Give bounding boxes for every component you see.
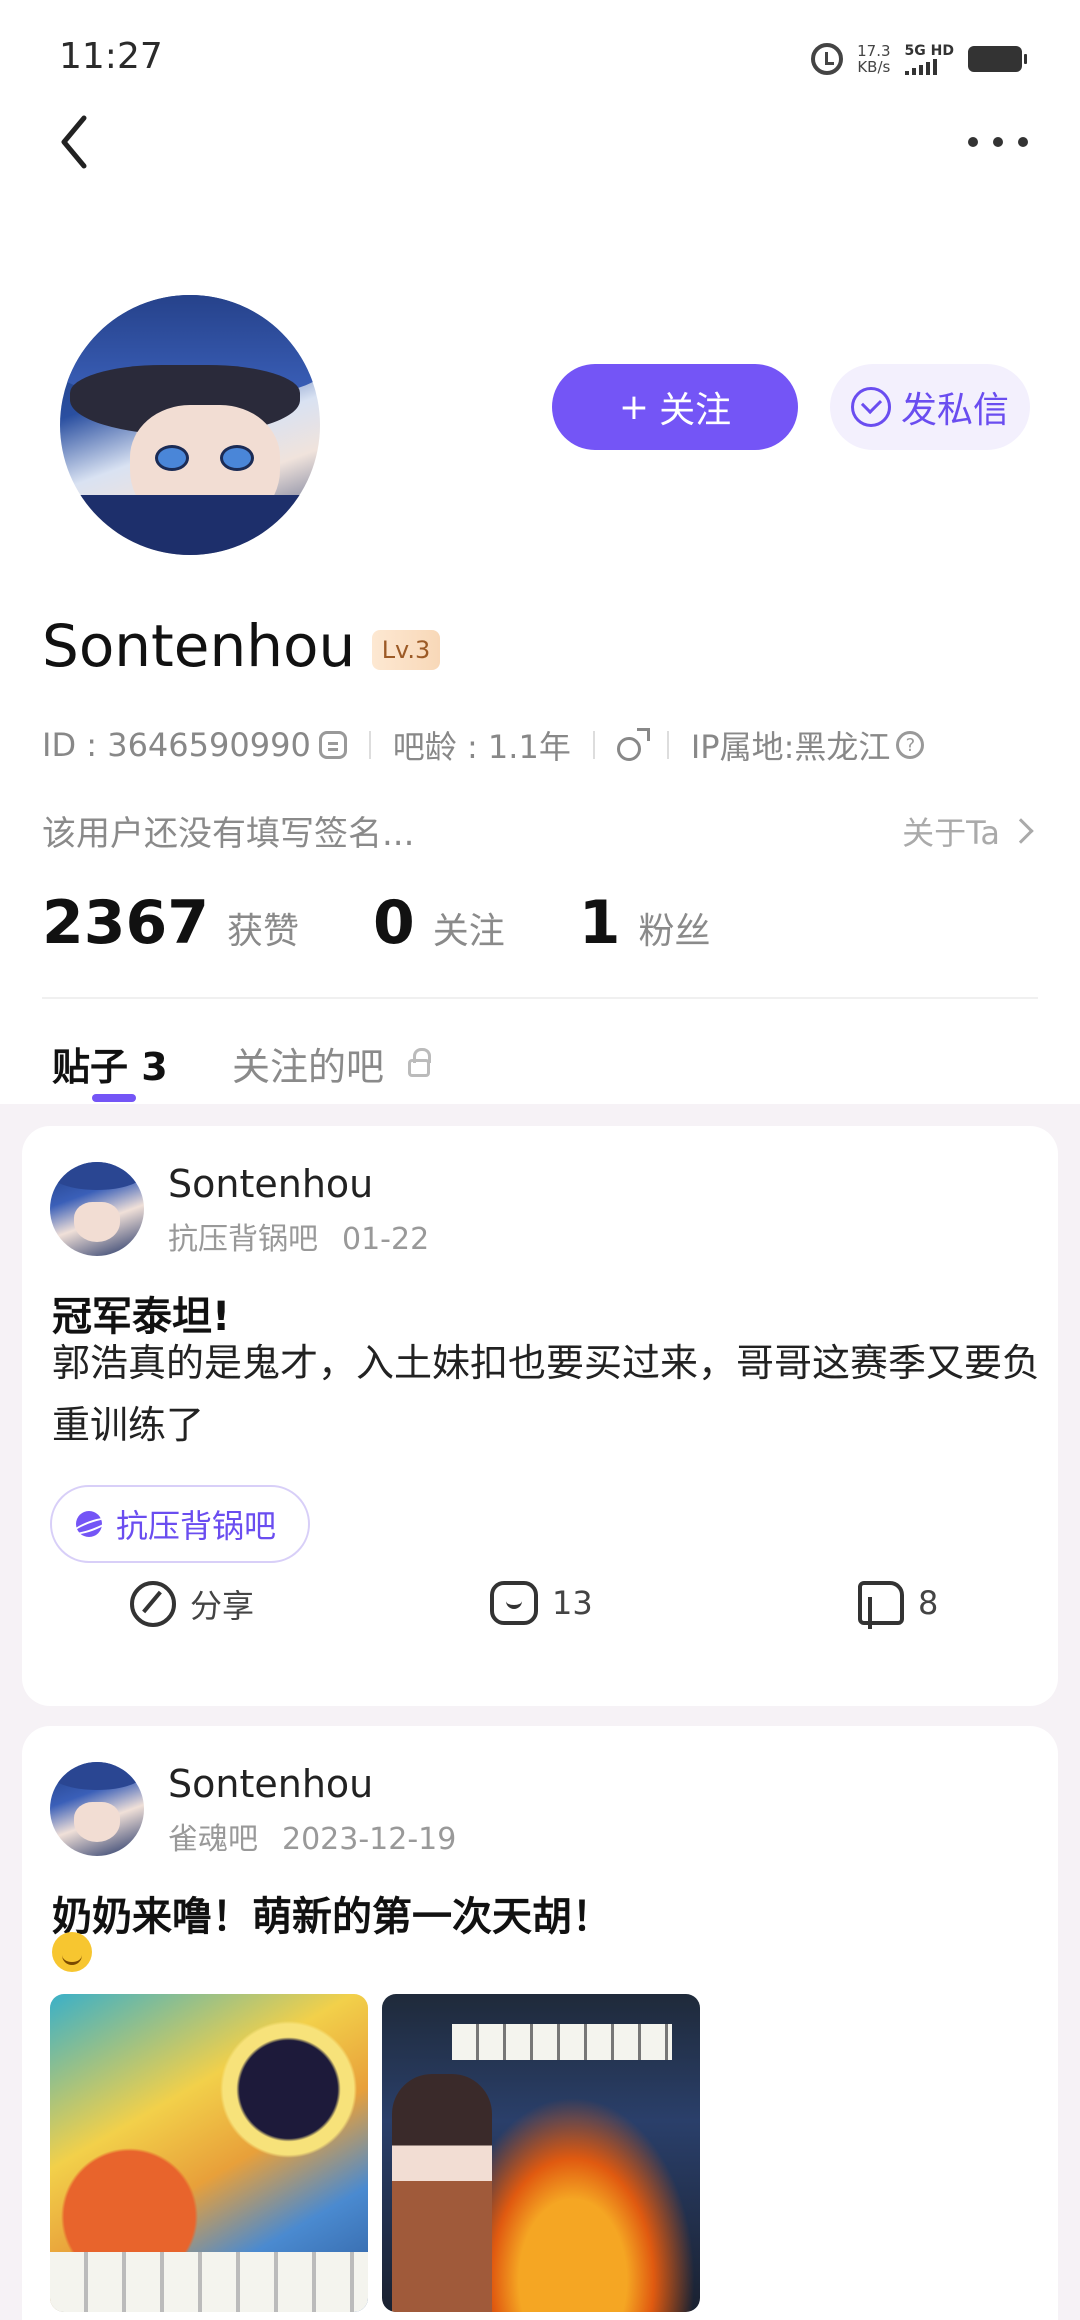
tab-posts[interactable]: 贴子 3: [52, 1036, 168, 1091]
thumbs-up-icon: [858, 1581, 904, 1629]
share-label: 分享: [190, 1587, 255, 1625]
comment-button[interactable]: 13: [490, 1581, 593, 1625]
male-gender-icon: [616, 728, 650, 761]
stat-label: 关注: [432, 911, 505, 952]
tab-followed-forums-label: 关注的吧: [232, 1045, 385, 1089]
copy-icon[interactable]: [318, 731, 347, 759]
ip-location: IP属地:黑龙江: [690, 728, 891, 766]
like-button[interactable]: 8: [858, 1581, 939, 1629]
post-meta: 雀魂吧 2023-12-19: [168, 1814, 456, 1858]
message-icon: [850, 387, 891, 427]
back-button[interactable]: [52, 112, 102, 172]
forum-planet-icon: [76, 1511, 102, 1537]
signal-icon: [904, 59, 954, 75]
post-forum-tag[interactable]: 抗压背锅吧: [50, 1485, 311, 1563]
status-time: 11:27: [59, 36, 163, 77]
help-icon[interactable]: ?: [896, 731, 925, 759]
network-speed-unit: KB/s: [857, 58, 891, 76]
more-options-button[interactable]: [968, 122, 1028, 162]
share-button[interactable]: 分享: [130, 1581, 254, 1627]
post-date: 01-22: [342, 1222, 430, 1257]
stat-value: 0: [373, 888, 415, 958]
post-image[interactable]: [382, 1994, 700, 2312]
post-forum[interactable]: 抗压背锅吧: [168, 1222, 318, 1257]
battery-icon: [968, 46, 1027, 72]
share-icon: [130, 1581, 176, 1627]
about-ta-link[interactable]: 关于Ta: [902, 808, 1034, 854]
post-title: 奶奶来噜！萌新的第一次天胡！: [52, 1894, 612, 1940]
user-id: ID : 3646590990: [42, 726, 311, 764]
network-speed-value: 17.3: [857, 42, 891, 60]
divider: [368, 731, 371, 759]
post-author-avatar[interactable]: [50, 1162, 144, 1256]
stat-label: 获赞: [227, 911, 300, 952]
chevron-right-icon: [1008, 818, 1034, 844]
network-indicator: 5G HD: [904, 43, 954, 75]
divider: [666, 731, 669, 759]
more-dots-icon: [968, 137, 978, 147]
stat-label: 粉丝: [638, 911, 711, 952]
section-divider: [42, 997, 1038, 999]
post-meta: 抗压背锅吧 01-22: [168, 1214, 429, 1258]
plus-icon: +: [618, 386, 650, 428]
forum-age: 吧龄 : 1.1年: [392, 728, 571, 766]
post-forum-tag-label: 抗压背锅吧: [116, 1507, 277, 1545]
stat-value: 2367: [42, 888, 209, 958]
follow-button-label: 关注: [659, 390, 732, 431]
profile-username: Sontenhou: [42, 612, 356, 680]
post-author[interactable]: Sontenhou: [168, 1762, 373, 1806]
post-forum[interactable]: 雀魂吧: [168, 1822, 258, 1857]
post-image[interactable]: [50, 1994, 368, 2312]
stat-value: 1: [578, 888, 621, 958]
post-body: 郭浩真的是鬼才，入土妹扣也要买过来，哥哥这赛季又要负重训练了: [52, 1341, 1041, 1447]
profile-avatar[interactable]: [60, 295, 320, 555]
like-count: 8: [918, 1584, 939, 1622]
smiling-emoji-icon: [52, 1932, 92, 1972]
alarm-icon: [811, 43, 844, 75]
comment-icon: [490, 1581, 538, 1625]
post-date: 2023-12-19: [282, 1822, 457, 1857]
post-author[interactable]: Sontenhou: [168, 1162, 373, 1206]
private-message-label: 发私信: [900, 390, 1009, 431]
about-ta-label: 关于Ta: [902, 814, 1000, 852]
chevron-left-icon: [61, 115, 87, 169]
comment-count: 13: [552, 1584, 593, 1622]
profile-signature: 该用户还没有填写签名...: [42, 814, 415, 854]
profile-meta-row: ID : 3646590990 吧龄 : 1.1年 IP属地:黑龙江 ?: [42, 722, 925, 768]
status-icons: 17.3 KB/s 5G HD: [811, 38, 1027, 80]
post-card[interactable]: Sontenhou 雀魂吧 2023-12-19 奶奶来噜！萌新的第一次天胡！: [22, 1726, 1058, 2320]
post-card[interactable]: Sontenhou 抗压背锅吧 01-22 冠军泰坦! 郭浩真的是鬼才，入土妹扣也…: [22, 1126, 1058, 1706]
level-badge[interactable]: Lv.3: [372, 630, 440, 670]
private-message-button[interactable]: 发私信: [830, 364, 1030, 450]
post-author-avatar[interactable]: [50, 1762, 144, 1856]
profile-stats: 2367 获赞 0 关注 1 粉丝: [42, 888, 785, 958]
stat-following[interactable]: 0 关注: [373, 888, 505, 958]
network-speed: 17.3 KB/s: [857, 43, 890, 75]
active-tab-indicator: [92, 1094, 136, 1102]
follow-button[interactable]: + 关注: [552, 364, 798, 450]
network-type: 5G HD: [904, 43, 954, 59]
stat-likes[interactable]: 2367 获赞: [42, 888, 299, 958]
lock-icon: [408, 1047, 432, 1077]
divider: [592, 731, 595, 759]
stat-followers[interactable]: 1 粉丝: [579, 888, 711, 958]
tab-followed-forums[interactable]: 关注的吧: [232, 1036, 432, 1091]
